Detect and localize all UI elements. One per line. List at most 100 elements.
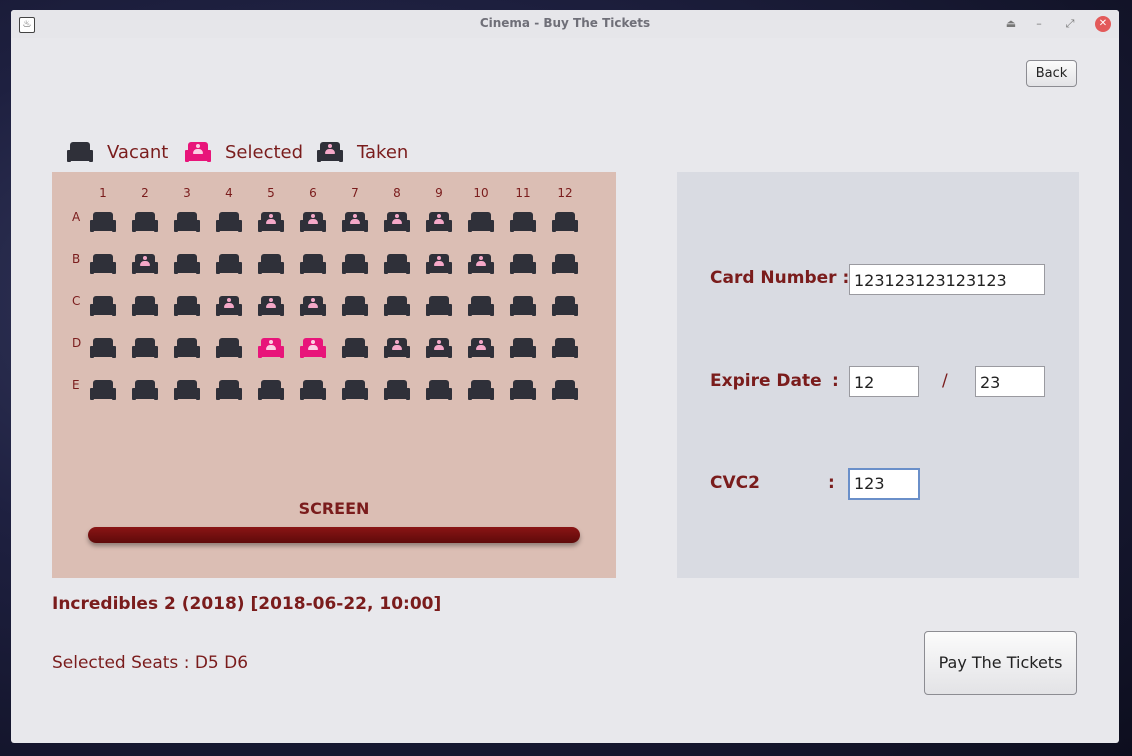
vacant-seat-icon bbox=[67, 142, 93, 162]
seat-A12[interactable] bbox=[552, 212, 578, 232]
cvc-label: CVC2 bbox=[710, 473, 760, 493]
expire-month-field[interactable]: 12 bbox=[849, 366, 919, 397]
row-label: B bbox=[72, 252, 81, 266]
minimize-icon[interactable]: – bbox=[1031, 16, 1047, 32]
card-number-label: Card Number : bbox=[710, 268, 850, 288]
seat-D3[interactable] bbox=[174, 338, 200, 358]
seat-A3[interactable] bbox=[174, 212, 200, 232]
column-number: 3 bbox=[183, 186, 191, 200]
seat-A8 bbox=[384, 212, 410, 232]
column-number: 5 bbox=[267, 186, 275, 200]
seat-D9 bbox=[426, 338, 452, 358]
seat-E3[interactable] bbox=[174, 380, 200, 400]
shade-icon[interactable]: ⏏ bbox=[1003, 16, 1019, 32]
seat-A2[interactable] bbox=[132, 212, 158, 232]
seat-D4[interactable] bbox=[216, 338, 242, 358]
seat-E7[interactable] bbox=[342, 380, 368, 400]
seat-E11[interactable] bbox=[510, 380, 536, 400]
row-label: D bbox=[72, 336, 82, 350]
seat-E9[interactable] bbox=[426, 380, 452, 400]
column-number: 8 bbox=[393, 186, 401, 200]
seat-E1[interactable] bbox=[90, 380, 116, 400]
pay-tickets-button[interactable]: Pay The Tickets bbox=[924, 631, 1077, 695]
seat-C4 bbox=[216, 296, 242, 316]
seat-D8 bbox=[384, 338, 410, 358]
seat-C2[interactable] bbox=[132, 296, 158, 316]
seat-E4[interactable] bbox=[216, 380, 242, 400]
seat-B3[interactable] bbox=[174, 254, 200, 274]
column-number: 4 bbox=[225, 186, 233, 200]
cvc-field[interactable]: 123 bbox=[848, 468, 920, 500]
taken-seat-icon bbox=[317, 142, 343, 162]
seat-B8[interactable] bbox=[384, 254, 410, 274]
legend-vacant: Vacant bbox=[67, 138, 168, 166]
seat-A9 bbox=[426, 212, 452, 232]
column-number: 7 bbox=[351, 186, 359, 200]
seat-B6[interactable] bbox=[300, 254, 326, 274]
seat-B5[interactable] bbox=[258, 254, 284, 274]
seat-B10 bbox=[468, 254, 494, 274]
seat-D6[interactable] bbox=[300, 338, 326, 358]
seat-B7[interactable] bbox=[342, 254, 368, 274]
seat-D5[interactable] bbox=[258, 338, 284, 358]
cvc-colon: : bbox=[828, 473, 835, 493]
window-title: Cinema - Buy The Tickets bbox=[479, 16, 651, 30]
seat-E12[interactable] bbox=[552, 380, 578, 400]
seat-B9 bbox=[426, 254, 452, 274]
expire-colon: : bbox=[832, 371, 839, 391]
seat-C5 bbox=[258, 296, 284, 316]
row-label: A bbox=[72, 210, 81, 224]
seat-C8[interactable] bbox=[384, 296, 410, 316]
close-icon[interactable]: ✕ bbox=[1095, 16, 1111, 32]
column-number: 2 bbox=[141, 186, 149, 200]
seat-B12[interactable] bbox=[552, 254, 578, 274]
seat-C10[interactable] bbox=[468, 296, 494, 316]
seat-A11[interactable] bbox=[510, 212, 536, 232]
card-number-field[interactable]: 123123123123123 bbox=[849, 264, 1045, 295]
seat-B4[interactable] bbox=[216, 254, 242, 274]
column-number: 10 bbox=[473, 186, 489, 200]
seat-D1[interactable] bbox=[90, 338, 116, 358]
seat-E10[interactable] bbox=[468, 380, 494, 400]
seat-B1[interactable] bbox=[90, 254, 116, 274]
seat-C1[interactable] bbox=[90, 296, 116, 316]
seat-E6[interactable] bbox=[300, 380, 326, 400]
seat-C7[interactable] bbox=[342, 296, 368, 316]
seat-A4[interactable] bbox=[216, 212, 242, 232]
seat-D2[interactable] bbox=[132, 338, 158, 358]
seat-A1[interactable] bbox=[90, 212, 116, 232]
back-button[interactable]: Back bbox=[1026, 60, 1077, 87]
seat-B11[interactable] bbox=[510, 254, 536, 274]
seat-E8[interactable] bbox=[384, 380, 410, 400]
seat-map: SCREEN 1 2 3 4 5 6 7 8 9 10 11 12 A B C D E bbox=[52, 172, 616, 578]
seat-E5[interactable] bbox=[258, 380, 284, 400]
seat-D12[interactable] bbox=[552, 338, 578, 358]
app-window: ♨ Cinema - Buy The Tickets ⏏ – ⤢ ✕ Back … bbox=[11, 10, 1119, 743]
seat-D11[interactable] bbox=[510, 338, 536, 358]
seat-C11[interactable] bbox=[510, 296, 536, 316]
seat-E2[interactable] bbox=[132, 380, 158, 400]
expire-year-field[interactable]: 23 bbox=[975, 366, 1045, 397]
column-number: 6 bbox=[309, 186, 317, 200]
legend-label: Selected bbox=[225, 141, 304, 163]
seat-D10 bbox=[468, 338, 494, 358]
seat-C6 bbox=[300, 296, 326, 316]
legend-selected: Selected bbox=[185, 138, 303, 166]
seat-C3[interactable] bbox=[174, 296, 200, 316]
selected-seat-icon bbox=[185, 142, 211, 162]
title-bar: ♨ Cinema - Buy The Tickets ⏏ – ⤢ ✕ bbox=[11, 10, 1119, 38]
legend-label: Vacant bbox=[107, 141, 169, 163]
seat-C9[interactable] bbox=[426, 296, 452, 316]
seat-C12[interactable] bbox=[552, 296, 578, 316]
screen-label: SCREEN bbox=[298, 499, 370, 518]
payment-panel: Card Number : 123123123123123 Expire Dat… bbox=[677, 172, 1079, 578]
seat-A7 bbox=[342, 212, 368, 232]
legend-taken: Taken bbox=[317, 138, 408, 166]
expire-separator: / bbox=[942, 371, 948, 391]
selected-seats-label: Selected Seats : D5 D6 bbox=[52, 653, 249, 673]
column-number: 1 bbox=[99, 186, 107, 200]
seat-D7[interactable] bbox=[342, 338, 368, 358]
seat-B2 bbox=[132, 254, 158, 274]
maximize-icon[interactable]: ⤢ bbox=[1062, 16, 1078, 32]
seat-A10[interactable] bbox=[468, 212, 494, 232]
